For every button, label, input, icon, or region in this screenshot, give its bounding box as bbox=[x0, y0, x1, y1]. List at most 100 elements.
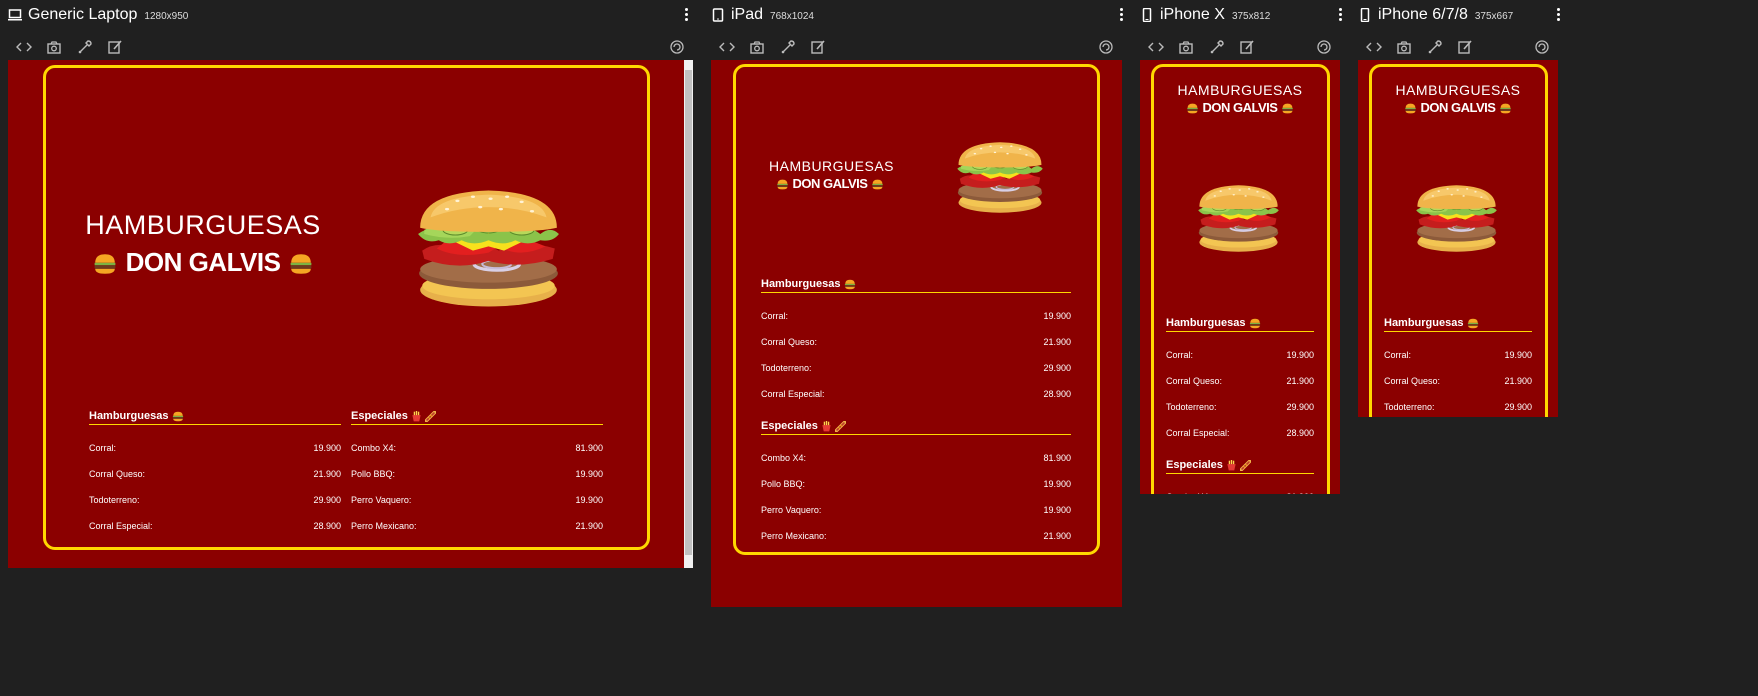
item-name: Corral Queso: bbox=[761, 337, 818, 347]
device-name: iPhone 6/7/8 bbox=[1378, 6, 1468, 23]
burger-icon bbox=[1249, 318, 1261, 329]
section-hamburguesas: Hamburguesas Corral: 19.900 Corral Queso:… bbox=[1384, 317, 1532, 412]
item-price: 29.900 bbox=[313, 495, 341, 505]
eyedropper-icon[interactable] bbox=[1206, 36, 1228, 58]
site-title: HAMBURGUESAS DON GALVIS bbox=[769, 158, 895, 191]
item-name: Todoterreno: bbox=[1384, 402, 1435, 412]
rotate-icon[interactable] bbox=[1531, 36, 1553, 58]
phone-icon bbox=[1140, 8, 1154, 22]
rotate-icon[interactable] bbox=[1313, 36, 1335, 58]
item-price: 19.900 bbox=[575, 495, 603, 505]
item-price: 21.900 bbox=[1043, 337, 1071, 347]
eyedropper-icon[interactable] bbox=[1424, 36, 1446, 58]
item-name: Corral Queso: bbox=[89, 469, 146, 479]
burger-icon bbox=[1281, 103, 1294, 114]
item-price: 81.900 bbox=[575, 443, 603, 453]
menu-item: Pollo BBQ: 19.900 bbox=[351, 469, 603, 479]
viewport: HAMBURGUESAS DON GALVIS Hamburguesas Cor… bbox=[1140, 60, 1340, 494]
section-hamburguesas: Hamburguesas Corral: 19.900 Corral Queso:… bbox=[1166, 317, 1314, 438]
more-vert-icon[interactable] bbox=[1118, 7, 1124, 23]
code-icon[interactable] bbox=[13, 36, 35, 58]
item-name: Corral: bbox=[1166, 350, 1194, 360]
burger-icon bbox=[1467, 318, 1479, 329]
item-name: Todoterreno: bbox=[761, 363, 812, 373]
item-name: Corral: bbox=[761, 311, 789, 321]
burger-icon bbox=[92, 253, 118, 275]
section-title: Especiales bbox=[761, 420, 818, 432]
hotdog-icon bbox=[425, 411, 436, 422]
scrollbar-thumb[interactable] bbox=[685, 70, 692, 555]
eyedropper-icon[interactable] bbox=[777, 36, 799, 58]
item-price: 21.900 bbox=[1286, 376, 1314, 386]
item-price: 81.900 bbox=[1043, 453, 1071, 463]
burger-icon bbox=[776, 179, 789, 190]
camera-icon[interactable] bbox=[43, 36, 65, 58]
camera-icon[interactable] bbox=[746, 36, 768, 58]
menu-item: Corral: 19.900 bbox=[761, 311, 1071, 321]
more-vert-icon[interactable] bbox=[1555, 7, 1561, 23]
edit-icon[interactable] bbox=[807, 36, 829, 58]
menu-item: Corral: 19.900 bbox=[1384, 350, 1532, 360]
item-name: Perro Vaquero: bbox=[351, 495, 412, 505]
item-name: Combo X4: bbox=[1166, 492, 1211, 494]
menu-item: Todoterreno: 29.900 bbox=[1166, 402, 1314, 412]
rotate-icon[interactable] bbox=[666, 36, 688, 58]
eyedropper-icon[interactable] bbox=[74, 36, 96, 58]
code-icon[interactable] bbox=[1363, 36, 1385, 58]
edit-icon[interactable] bbox=[104, 36, 126, 58]
rotate-icon[interactable] bbox=[1095, 36, 1117, 58]
title-line1: HAMBURGUESAS bbox=[1177, 82, 1303, 98]
item-price: 81.900 bbox=[1286, 492, 1314, 494]
item-price: 19.900 bbox=[575, 469, 603, 479]
item-price: 19.900 bbox=[1043, 505, 1071, 515]
edit-icon[interactable] bbox=[1454, 36, 1476, 58]
item-name: Combo X4: bbox=[351, 443, 397, 453]
item-price: 21.900 bbox=[1504, 376, 1532, 386]
section-title: Hamburguesas bbox=[761, 278, 841, 290]
item-price: 21.900 bbox=[313, 469, 341, 479]
fries-icon bbox=[411, 411, 422, 422]
item-name: Perro Mexicano: bbox=[761, 531, 827, 541]
phone-icon bbox=[1358, 8, 1372, 22]
burger-image bbox=[416, 185, 561, 312]
item-name: Corral: bbox=[89, 443, 117, 453]
site-title: HAMBURGUESAS DON GALVIS bbox=[1176, 82, 1304, 115]
more-vert-icon[interactable] bbox=[683, 7, 689, 23]
title-line1: HAMBURGUESAS bbox=[769, 158, 895, 174]
item-name: Corral: bbox=[1384, 350, 1412, 360]
hotdog-icon bbox=[1240, 460, 1251, 471]
menu-item: Corral Queso: 21.900 bbox=[1384, 376, 1532, 386]
code-icon[interactable] bbox=[716, 36, 738, 58]
camera-icon[interactable] bbox=[1393, 36, 1415, 58]
menu-item: Corral: 19.900 bbox=[1166, 350, 1314, 360]
device-header: iPhone 6/7/8 375x667 bbox=[1358, 0, 1565, 30]
title-line2: DON GALVIS bbox=[1202, 100, 1278, 115]
item-price: 19.900 bbox=[1286, 350, 1314, 360]
code-icon[interactable] bbox=[1145, 36, 1167, 58]
burger-icon bbox=[1499, 103, 1512, 114]
item-price: 21.900 bbox=[575, 521, 603, 531]
fries-icon bbox=[821, 421, 832, 432]
item-name: Combo X4: bbox=[761, 453, 807, 463]
section-title: Hamburguesas bbox=[89, 410, 169, 422]
scrollbar[interactable] bbox=[684, 60, 693, 568]
burger-icon bbox=[172, 411, 184, 422]
edit-icon[interactable] bbox=[1236, 36, 1258, 58]
menu-item: Perro Vaquero: 19.900 bbox=[761, 505, 1071, 515]
device-header: iPad 768x1024 bbox=[711, 0, 1128, 30]
camera-icon[interactable] bbox=[1175, 36, 1197, 58]
item-name: Pollo BBQ: bbox=[761, 479, 806, 489]
more-vert-icon[interactable] bbox=[1337, 7, 1343, 23]
menu-item: Todoterreno: 29.900 bbox=[89, 495, 341, 505]
menu-item: Combo X4: 81.900 bbox=[1166, 492, 1314, 494]
burger-image bbox=[1415, 182, 1498, 255]
item-name: Corral Especial: bbox=[89, 521, 153, 531]
fries-icon bbox=[1226, 460, 1237, 471]
item-name: Corral Queso: bbox=[1166, 376, 1223, 386]
section-hamburguesas: Hamburguesas Corral: 19.900 Corral Queso:… bbox=[761, 278, 1071, 399]
section-title: Especiales bbox=[351, 410, 408, 422]
item-name: Corral Queso: bbox=[1384, 376, 1441, 386]
menu-item: Corral Queso: 21.900 bbox=[89, 469, 341, 479]
item-price: 28.900 bbox=[313, 521, 341, 531]
menu-item: Todoterreno: 29.900 bbox=[1384, 402, 1532, 412]
